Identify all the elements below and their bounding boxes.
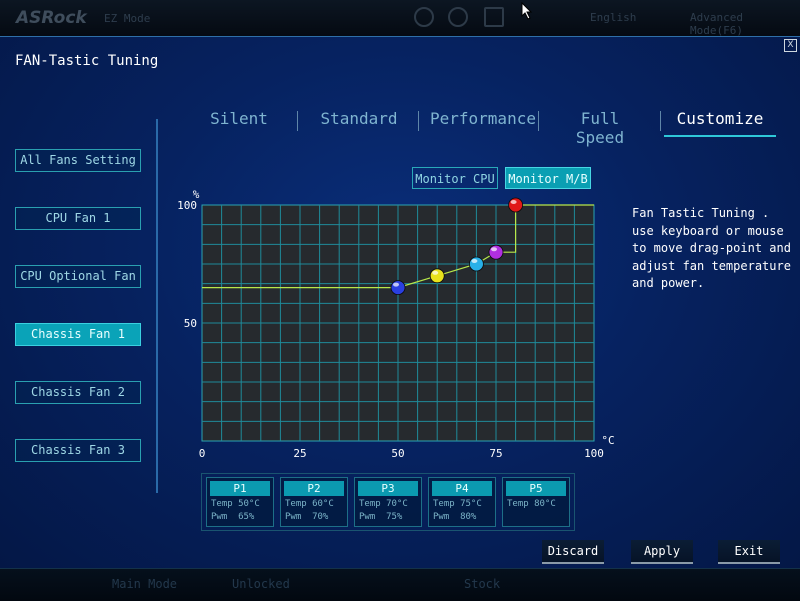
- point-temp: Temp 80°C: [507, 499, 556, 509]
- x-tick-label: 75: [489, 447, 502, 460]
- info-icon[interactable]: [414, 7, 434, 27]
- drag-point-p4[interactable]: [488, 244, 504, 260]
- point-card-p1: P1 Temp 50°C Pwm 65%: [206, 477, 274, 527]
- drag-point-highlight: [491, 247, 497, 252]
- drag-point-p3[interactable]: [468, 256, 484, 272]
- point-label: P5: [506, 481, 566, 496]
- save-icon[interactable]: [484, 7, 504, 27]
- top-bar: ASRock EZ Mode English Advanced Mode(F6): [0, 0, 800, 37]
- dialog-title: FAN-Tastic Tuning: [15, 53, 159, 69]
- point-card-p2: P2 Temp 60°C Pwm 70%: [280, 477, 348, 527]
- tab-performance[interactable]: Performance: [430, 109, 536, 133]
- tab-standard[interactable]: Standard: [318, 109, 400, 133]
- drag-point-highlight: [393, 282, 399, 287]
- point-label: P3: [358, 481, 418, 496]
- fan-chassis-fan-3[interactable]: Chassis Fan 3: [15, 439, 141, 462]
- x-tick-label: 50: [391, 447, 404, 460]
- y-unit-label: %: [193, 188, 200, 201]
- tab-separator: [660, 111, 661, 131]
- y-tick-label: 50: [184, 317, 197, 330]
- help-text: Fan Tastic Tuning . use keyboard or mous…: [632, 206, 791, 290]
- drag-point-p1[interactable]: [390, 280, 406, 295]
- drag-point-p5[interactable]: [508, 197, 524, 213]
- drag-point-p2[interactable]: [429, 268, 445, 284]
- point-pwm: Pwm 75%: [359, 512, 403, 522]
- point-pwm: Pwm 70%: [285, 512, 329, 522]
- x-tick-label: 25: [293, 447, 306, 460]
- active-tab-indicator: [664, 135, 776, 137]
- fan-tastic-dialog: FAN-Tastic Tuning X Silent Standard Perf…: [0, 36, 800, 569]
- discard-button[interactable]: Discard: [542, 540, 604, 564]
- close-button[interactable]: X: [784, 39, 797, 52]
- x-tick-label: 0: [199, 447, 206, 460]
- fan-chassis-fan-1[interactable]: Chassis Fan 1: [15, 323, 141, 346]
- point-label: P2: [284, 481, 344, 496]
- tab-separator: [297, 111, 298, 131]
- x-unit-label: °C: [601, 434, 614, 447]
- mode-label: EZ Mode: [104, 12, 151, 25]
- drag-point-highlight: [471, 259, 478, 263]
- point-card-p4: P4 Temp 75°C Pwm 80%: [428, 477, 496, 527]
- exit-button[interactable]: Exit: [718, 540, 780, 564]
- fan-cpu-optional-fan[interactable]: CPU Optional Fan: [15, 265, 141, 288]
- point-card-p5: P5 Temp 80°C: [502, 477, 570, 527]
- point-label: P1: [210, 481, 270, 496]
- point-pwm: Pwm 80%: [433, 512, 477, 522]
- sidebar-divider: [156, 119, 158, 493]
- drag-point-highlight: [432, 270, 439, 275]
- drag-point-highlight: [510, 200, 517, 204]
- fan-all-fans-setting[interactable]: All Fans Setting: [15, 149, 141, 172]
- point-temp: Temp 50°C: [211, 499, 260, 509]
- fan-cpu-fan-1[interactable]: CPU Fan 1: [15, 207, 141, 230]
- apply-button[interactable]: Apply: [631, 540, 693, 564]
- point-temp: Temp 75°C: [433, 499, 482, 509]
- tab-separator: [538, 111, 539, 131]
- refresh-icon[interactable]: [448, 7, 468, 27]
- mouse-cursor-icon: [521, 2, 533, 20]
- point-pwm: Pwm 65%: [211, 512, 255, 522]
- fan-curve-chart[interactable]: 0 25 50 75 10050100%°C: [170, 185, 620, 475]
- tab-silent[interactable]: Silent: [205, 109, 273, 133]
- tab-customize[interactable]: Customize: [670, 109, 770, 133]
- language-selector[interactable]: English: [590, 11, 636, 24]
- tab-separator: [418, 111, 419, 131]
- x-tick-label: 100: [584, 447, 604, 460]
- advanced-mode-link[interactable]: Advanced Mode(F6): [690, 11, 800, 37]
- tab-full-speed[interactable]: Full Speed: [554, 109, 646, 147]
- stock-label: Stock: [464, 577, 501, 591]
- main-mode-label: Main Mode: [112, 577, 178, 591]
- fan-chassis-fan-2[interactable]: Chassis Fan 2: [15, 381, 141, 404]
- unlocked-label: Unlocked: [232, 577, 290, 591]
- point-temp: Temp 60°C: [285, 499, 334, 509]
- point-label: P4: [432, 481, 492, 496]
- point-temp: Temp 70°C: [359, 499, 408, 509]
- brand-logo: ASRock: [16, 8, 87, 28]
- point-card-p3: P3 Temp 70°C Pwm 75%: [354, 477, 422, 527]
- bottom-bar: Main Mode Unlocked Stock: [0, 568, 800, 601]
